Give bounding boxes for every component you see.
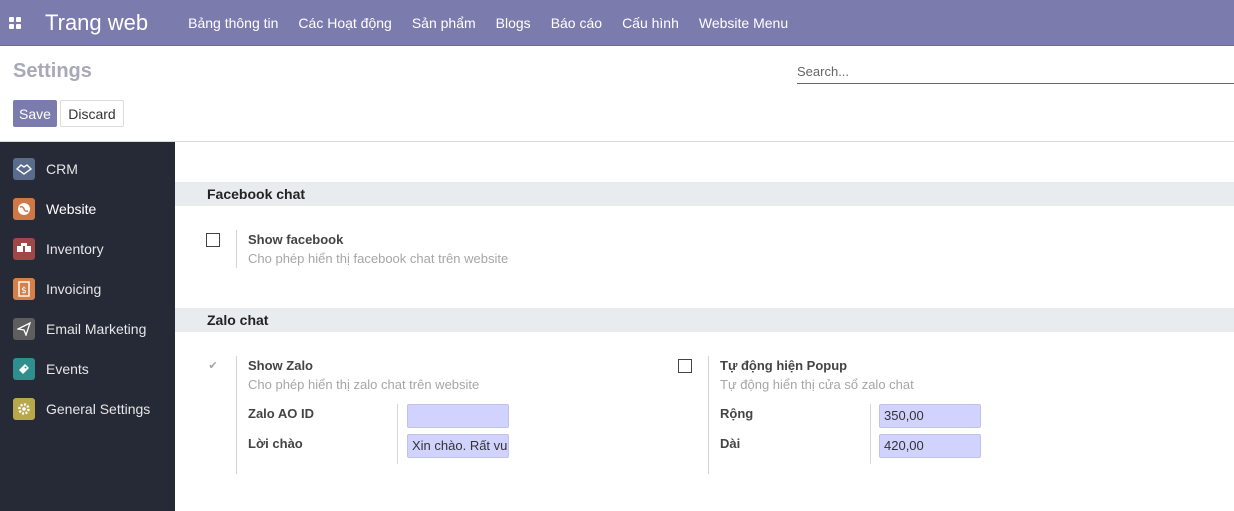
sidebar-item-website[interactable]: Website: [0, 189, 175, 229]
greeting-input[interactable]: Xin chào. Rất vui: [407, 434, 509, 458]
popup-height-input[interactable]: 420,00: [879, 434, 981, 458]
menu-item-dashboard[interactable]: Bảng thông tin: [188, 0, 278, 46]
save-button[interactable]: Save: [13, 100, 57, 127]
facebook-section-header: Facebook chat: [175, 182, 1234, 206]
show-facebook-checkbox[interactable]: [206, 233, 220, 247]
divider: [870, 404, 871, 464]
divider: [708, 356, 709, 474]
sidebar-item-label: Invoicing: [46, 281, 102, 297]
show-zalo-title: Show Zalo: [248, 358, 313, 373]
zalo-section-header: Zalo chat: [175, 308, 1234, 332]
page-title: Settings: [13, 60, 92, 82]
auto-popup-title: Tự động hiện Popup: [720, 358, 848, 373]
auto-popup-checkbox[interactable]: [678, 359, 692, 373]
zalo-oa-id-label: Zalo AO ID: [248, 406, 314, 421]
section-title: Zalo chat: [207, 312, 269, 328]
ticket-icon: [13, 358, 35, 380]
menu-item-website-menu[interactable]: Website Menu: [699, 0, 788, 46]
show-facebook-title: Show facebook: [248, 232, 344, 247]
sidebar-item-invoicing[interactable]: $ Invoicing: [0, 269, 175, 309]
search-input[interactable]: [797, 60, 1234, 82]
settings-content: Facebook chat Show facebook Cho phép hiể…: [175, 142, 1234, 511]
menu-item-configuration[interactable]: Cấu hình: [622, 0, 679, 46]
show-zalo-checkbox[interactable]: ✔: [206, 359, 220, 373]
divider: [236, 230, 237, 268]
auto-popup-description: Tự động hiển thị cửa sổ zalo chat: [720, 377, 914, 392]
menu-item-reports[interactable]: Báo cáo: [551, 0, 602, 46]
menu-item-products[interactable]: Sản phẩm: [412, 0, 476, 46]
search-box: [797, 60, 1234, 84]
boxes-icon: [13, 238, 35, 260]
app-brand[interactable]: Trang web: [45, 0, 148, 46]
sidebar-item-general-settings[interactable]: General Settings: [0, 389, 175, 429]
zalo-oa-id-input[interactable]: [407, 404, 509, 428]
gear-icon: [13, 398, 35, 420]
sidebar-item-label: General Settings: [46, 401, 151, 417]
sidebar-item-email-marketing[interactable]: Email Marketing: [0, 309, 175, 349]
menu-item-blogs[interactable]: Blogs: [496, 0, 531, 46]
menu-item-activities[interactable]: Các Hoạt động: [298, 0, 391, 46]
popup-width-label: Rộng: [720, 406, 754, 421]
sidebar-item-label: Events: [46, 361, 89, 377]
settings-sidebar: CRM Website Inventory $ Invoicing Email …: [0, 142, 175, 511]
sidebar-item-crm[interactable]: CRM: [0, 149, 175, 189]
show-facebook-description: Cho phép hiển thị facebook chat trên web…: [248, 251, 509, 266]
popup-height-label: Dài: [720, 436, 741, 451]
sidebar-item-label: Email Marketing: [46, 321, 147, 337]
greeting-label: Lời chào: [248, 436, 303, 451]
control-panel: Settings Save Discard: [0, 46, 1234, 142]
section-title: Facebook chat: [207, 186, 306, 202]
divider: [397, 404, 398, 464]
sidebar-item-label: Inventory: [46, 241, 104, 257]
top-navbar: Trang web Bảng thông tin Các Hoạt động S…: [0, 0, 1234, 46]
sidebar-item-label: CRM: [46, 161, 78, 177]
sidebar-item-events[interactable]: Events: [0, 349, 175, 389]
paper-plane-icon: [13, 318, 35, 340]
apps-grid-icon[interactable]: [0, 0, 30, 46]
show-zalo-description: Cho phép hiển thị zalo chat trên website: [248, 377, 480, 392]
discard-button[interactable]: Discard: [60, 100, 124, 127]
divider: [236, 356, 237, 474]
sidebar-item-inventory[interactable]: Inventory: [0, 229, 175, 269]
svg-text:$: $: [21, 286, 27, 296]
globe-icon: [13, 198, 35, 220]
popup-width-input[interactable]: 350,00: [879, 404, 981, 428]
handshake-icon: [13, 158, 35, 180]
sidebar-item-label: Website: [46, 201, 97, 217]
main-menu: Bảng thông tin Các Hoạt động Sản phẩm Bl…: [188, 0, 808, 46]
invoice-icon: $: [13, 278, 35, 300]
